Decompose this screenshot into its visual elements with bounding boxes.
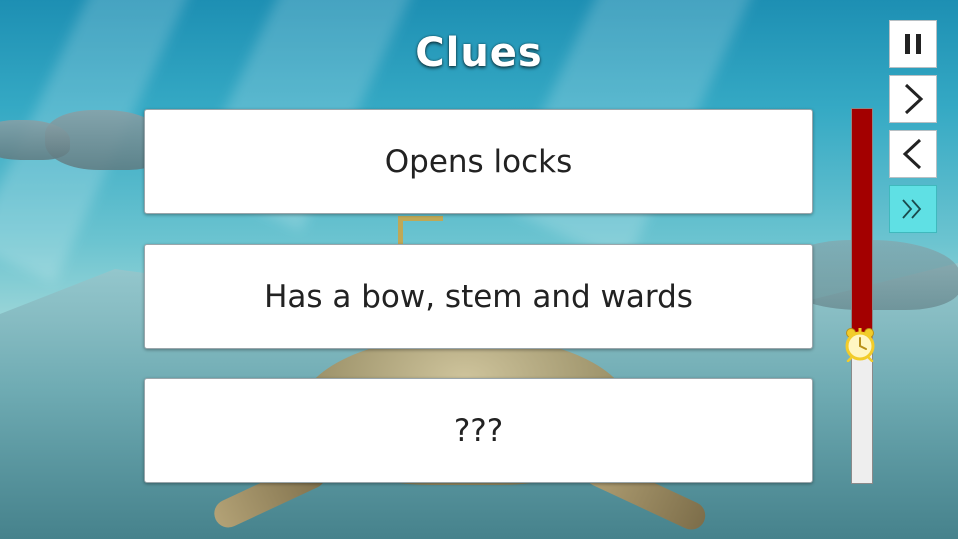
clue-text: ???	[453, 412, 504, 449]
previous-button[interactable]	[889, 130, 937, 178]
alarm-clock-icon	[842, 326, 878, 363]
chevron-right-icon	[904, 83, 924, 115]
pause-icon	[905, 34, 921, 54]
double-chevron-right-icon	[902, 199, 922, 219]
next-button[interactable]	[889, 75, 937, 123]
pause-button[interactable]	[889, 20, 937, 68]
clues-title: Clues	[415, 30, 543, 76]
timer-bar	[851, 108, 873, 484]
clue-text: Opens locks	[384, 143, 573, 180]
clue-card-3: ???	[144, 378, 813, 483]
clue-card-2: Has a bow, stem and wards	[144, 244, 813, 349]
timer-fill	[852, 109, 872, 345]
clue-card-1: Opens locks	[144, 109, 813, 214]
clue-text: Has a bow, stem and wards	[264, 278, 693, 315]
skip-button[interactable]	[889, 185, 937, 233]
chevron-left-icon	[902, 138, 922, 170]
